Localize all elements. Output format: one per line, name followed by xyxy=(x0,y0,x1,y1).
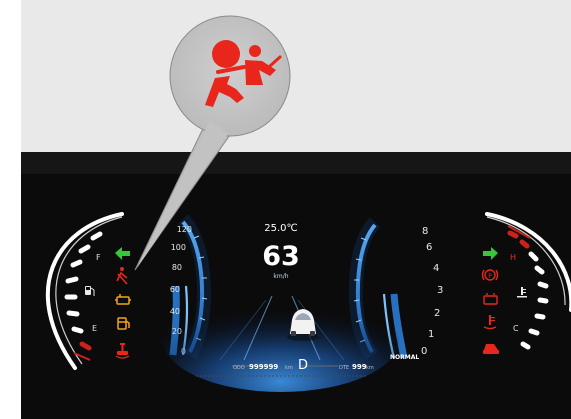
temp-hot-label: H xyxy=(510,253,516,262)
fuel-gauge: F E xyxy=(46,212,124,370)
odo-label: ODO xyxy=(233,365,245,371)
right-indicator-column: P xyxy=(481,247,499,354)
coolant-temp-gauge: H C xyxy=(485,212,571,350)
instrument-cluster-screen: F E 120 100 80 60 40 8 6 4 3 2 1 0 25.0℃… xyxy=(0,0,571,419)
battery-warning-icon xyxy=(483,293,498,305)
speed-value: 63 xyxy=(262,241,300,272)
cluster-graphics: F E 120 100 80 60 40 8 6 4 3 2 1 0 25.0℃… xyxy=(46,15,571,392)
outside-temperature: 25.0℃ xyxy=(264,223,298,234)
gear-indicator: D xyxy=(298,358,308,373)
drive-mode: NORMAL xyxy=(390,354,419,361)
left-indicator-column xyxy=(115,247,131,359)
dte-unit: km xyxy=(366,365,374,371)
speed-scale-80: 80 xyxy=(172,263,182,272)
door-open-icon xyxy=(483,344,499,354)
seatbelt-warning-icon xyxy=(116,267,128,285)
dte-value: 999 xyxy=(352,363,367,371)
tach-scale-8: 8 xyxy=(422,226,428,237)
speed-scale-120: 120 xyxy=(177,225,192,234)
fuel-full-label: F xyxy=(96,253,101,262)
turn-signal-left-icon xyxy=(115,247,130,260)
odo-value: 999999 xyxy=(249,363,278,371)
tach-scale-2: 2 xyxy=(434,308,440,319)
tach-scale-6: 6 xyxy=(426,242,432,253)
speed-scale-60: 60 xyxy=(170,285,180,294)
oil-pressure-icon xyxy=(115,343,130,359)
dte-label: DTE xyxy=(339,365,349,371)
svg-text:P: P xyxy=(488,273,492,280)
tach-scale-0: 0 xyxy=(421,346,427,357)
odo-unit: km xyxy=(285,365,293,371)
temp-cold-label: C xyxy=(513,324,519,333)
tach-scale-4: 4 xyxy=(433,263,439,274)
thermometer-icon xyxy=(517,287,527,298)
fuel-empty-label: E xyxy=(92,324,97,333)
check-engine-icon xyxy=(115,294,131,305)
turn-signal-right-icon xyxy=(483,247,498,260)
fuel-pump-icon xyxy=(85,286,95,296)
tach-scale-1: 1 xyxy=(428,329,434,340)
speed-scale-100: 100 xyxy=(171,243,186,252)
speed-unit: km/h xyxy=(273,273,288,280)
tach-scale-3: 3 xyxy=(437,285,443,296)
low-fuel-icon xyxy=(117,317,130,330)
coolant-temp-icon xyxy=(483,315,497,330)
parking-brake-icon: P xyxy=(481,269,499,281)
